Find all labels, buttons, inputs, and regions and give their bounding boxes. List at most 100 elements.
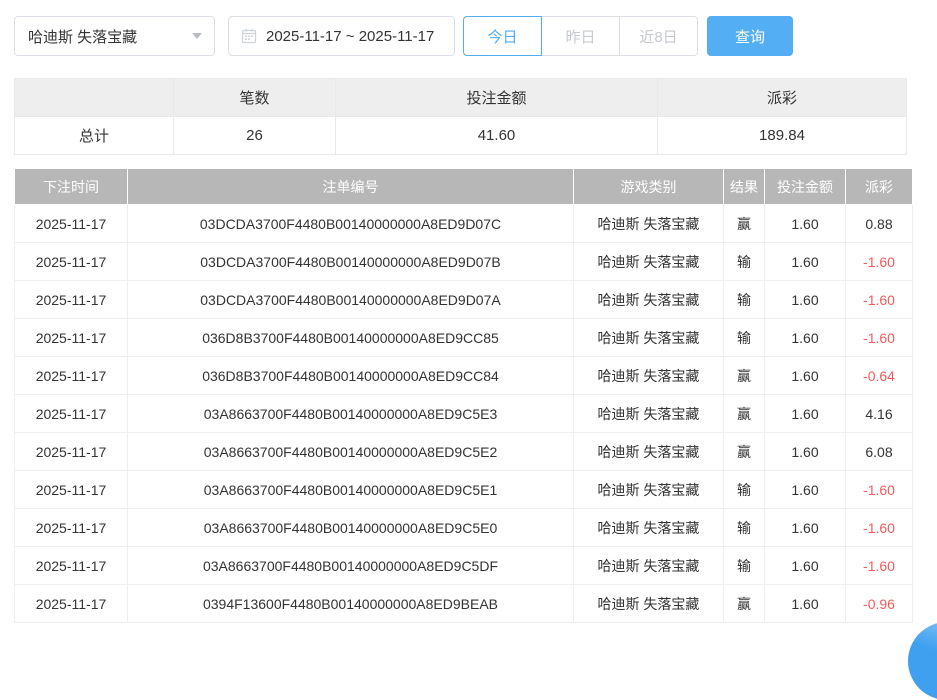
date-range-input[interactable]: 2025-11-17 ~ 2025-11-17 [228, 16, 455, 56]
table-row: 2025-11-1703DCDA3700F4480B00140000000A8E… [15, 205, 913, 243]
order-id-cell: 03A8663700F4480B00140000000A8ED9C5E1 [128, 471, 574, 509]
bet-amount-cell: 1.60 [765, 281, 846, 319]
table-row: 2025-11-1703DCDA3700F4480B00140000000A8E… [15, 281, 913, 319]
order-id-cell: 0394F13600F4480B00140000000A8ED9BEAB [128, 585, 574, 623]
game-type-cell: 哈迪斯 失落宝藏 [574, 509, 724, 547]
order-id-cell: 036D8B3700F4480B00140000000A8ED9CC85 [128, 319, 574, 357]
result-cell: 输 [724, 319, 765, 357]
payout-cell: 0.88 [846, 205, 913, 243]
game-select-value: 哈迪斯 失落宝藏 [28, 26, 137, 47]
payout-cell: 4.16 [846, 395, 913, 433]
bet-time-cell: 2025-11-17 [15, 243, 128, 281]
bet-amount-cell: 1.60 [765, 357, 846, 395]
bet-time-cell: 2025-11-17 [15, 281, 128, 319]
game-select[interactable]: 哈迪斯 失落宝藏 [14, 16, 215, 56]
game-type-cell: 哈迪斯 失落宝藏 [574, 433, 724, 471]
bet-table-body: 2025-11-1703DCDA3700F4480B00140000000A8E… [15, 205, 913, 623]
summary-header-empty [15, 79, 174, 117]
payout-cell: -1.60 [846, 547, 913, 585]
payout-cell: 6.08 [846, 433, 913, 471]
bet-time-cell: 2025-11-17 [15, 357, 128, 395]
summary-header-payout: 派彩 [658, 79, 907, 117]
query-button[interactable]: 查询 [707, 16, 793, 56]
bet-time-cell: 2025-11-17 [15, 585, 128, 623]
payout-cell: -1.60 [846, 471, 913, 509]
result-cell: 输 [724, 281, 765, 319]
toolbar: 哈迪斯 失落宝藏 2025-11-17 ~ 2025-11-17 今日 昨日 近… [14, 16, 923, 56]
game-type-cell: 哈迪斯 失落宝藏 [574, 205, 724, 243]
result-cell: 输 [724, 509, 765, 547]
header-payout: 派彩 [846, 169, 913, 205]
bet-amount-cell: 1.60 [765, 471, 846, 509]
table-row: 2025-11-1703A8663700F4480B00140000000A8E… [15, 395, 913, 433]
bet-amount-cell: 1.60 [765, 243, 846, 281]
result-cell: 赢 [724, 433, 765, 471]
calendar-icon [241, 28, 257, 44]
bet-amount-cell: 1.60 [765, 547, 846, 585]
table-row: 2025-11-1703A8663700F4480B00140000000A8E… [15, 509, 913, 547]
game-type-cell: 哈迪斯 失落宝藏 [574, 395, 724, 433]
bet-time-cell: 2025-11-17 [15, 433, 128, 471]
bet-amount-cell: 1.60 [765, 585, 846, 623]
game-type-cell: 哈迪斯 失落宝藏 [574, 585, 724, 623]
bet-time-cell: 2025-11-17 [15, 471, 128, 509]
summary-header-bet-amount: 投注金额 [336, 79, 658, 117]
game-type-cell: 哈迪斯 失落宝藏 [574, 281, 724, 319]
bet-time-cell: 2025-11-17 [15, 509, 128, 547]
table-row: 2025-11-17036D8B3700F4480B00140000000A8E… [15, 357, 913, 395]
result-cell: 赢 [724, 395, 765, 433]
game-type-cell: 哈迪斯 失落宝藏 [574, 357, 724, 395]
result-cell: 输 [724, 243, 765, 281]
order-id-cell: 03A8663700F4480B00140000000A8ED9C5E3 [128, 395, 574, 433]
summary-header-count: 笔数 [174, 79, 336, 117]
game-type-cell: 哈迪斯 失落宝藏 [574, 319, 724, 357]
summary-header-row: 笔数 投注金额 派彩 [15, 79, 907, 117]
summary-bet-amount-value: 41.60 [336, 117, 658, 155]
today-button[interactable]: 今日 [463, 16, 542, 56]
table-row: 2025-11-1703A8663700F4480B00140000000A8E… [15, 547, 913, 585]
chevron-down-icon [192, 33, 202, 39]
summary-table: 笔数 投注金额 派彩 总计 26 41.60 189.84 [14, 78, 907, 155]
table-row: 2025-11-1703DCDA3700F4480B00140000000A8E… [15, 243, 913, 281]
result-cell: 赢 [724, 357, 765, 395]
header-result: 结果 [724, 169, 765, 205]
result-cell: 赢 [724, 205, 765, 243]
result-cell: 输 [724, 471, 765, 509]
payout-cell: -0.96 [846, 585, 913, 623]
bet-time-cell: 2025-11-17 [15, 395, 128, 433]
bet-amount-cell: 1.60 [765, 319, 846, 357]
game-type-cell: 哈迪斯 失落宝藏 [574, 243, 724, 281]
yesterday-button[interactable]: 昨日 [541, 16, 620, 56]
table-row: 2025-11-1703A8663700F4480B00140000000A8E… [15, 471, 913, 509]
quick-date-button-group: 今日 昨日 近8日 [463, 16, 698, 56]
table-row: 2025-11-170394F13600F4480B00140000000A8E… [15, 585, 913, 623]
payout-cell: -0.64 [846, 357, 913, 395]
order-id-cell: 036D8B3700F4480B00140000000A8ED9CC84 [128, 357, 574, 395]
order-id-cell: 03A8663700F4480B00140000000A8ED9C5E2 [128, 433, 574, 471]
order-id-cell: 03A8663700F4480B00140000000A8ED9C5E0 [128, 509, 574, 547]
game-type-cell: 哈迪斯 失落宝藏 [574, 547, 724, 585]
bet-amount-cell: 1.60 [765, 509, 846, 547]
header-game-type: 游戏类别 [574, 169, 724, 205]
summary-total-row: 总计 26 41.60 189.84 [15, 117, 907, 155]
order-id-cell: 03DCDA3700F4480B00140000000A8ED9D07A [128, 281, 574, 319]
bet-amount-cell: 1.60 [765, 205, 846, 243]
order-id-cell: 03DCDA3700F4480B00140000000A8ED9D07B [128, 243, 574, 281]
header-bet-time: 下注时间 [15, 169, 128, 205]
summary-count-value: 26 [174, 117, 336, 155]
bet-time-cell: 2025-11-17 [15, 547, 128, 585]
order-id-cell: 03A8663700F4480B00140000000A8ED9C5DF [128, 547, 574, 585]
floating-action-button[interactable] [908, 622, 937, 700]
bet-amount-cell: 1.60 [765, 433, 846, 471]
result-cell: 输 [724, 547, 765, 585]
table-row: 2025-11-17036D8B3700F4480B00140000000A8E… [15, 319, 913, 357]
payout-cell: -1.60 [846, 319, 913, 357]
payout-cell: -1.60 [846, 509, 913, 547]
header-bet-amount: 投注金额 [765, 169, 846, 205]
payout-cell: -1.60 [846, 281, 913, 319]
last-8-days-button[interactable]: 近8日 [619, 16, 698, 56]
summary-total-label: 总计 [15, 117, 174, 155]
game-type-cell: 哈迪斯 失落宝藏 [574, 471, 724, 509]
header-order-id: 注单编号 [128, 169, 574, 205]
summary-payout-value: 189.84 [658, 117, 907, 155]
